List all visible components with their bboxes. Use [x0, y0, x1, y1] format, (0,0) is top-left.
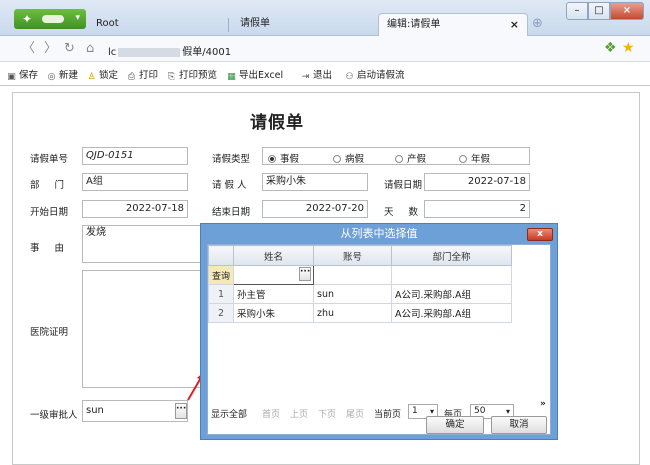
- browser-logo-icon: ✦: [22, 12, 33, 26]
- approver-field[interactable]: sun: [82, 400, 188, 422]
- dialog-title: 从列表中选择值: [340, 227, 418, 240]
- refresh-icon[interactable]: ↻: [64, 41, 75, 57]
- query-account-input[interactable]: [313, 265, 393, 285]
- applicant-field[interactable]: 采购小朱: [262, 173, 368, 191]
- radio-personal-leave[interactable]: 事假: [268, 151, 299, 165]
- order-no-field[interactable]: QJD-0151: [82, 147, 188, 165]
- maximize-button[interactable]: □: [588, 2, 610, 20]
- select-value-dialog: 从列表中选择值 x 姓名 账号 部门全称 查询 ··· 1 孙主管 sun A公…: [200, 223, 558, 440]
- more-icon[interactable]: »: [540, 399, 546, 409]
- radio-maternity-leave[interactable]: 产假: [395, 151, 426, 165]
- dept-field[interactable]: A组: [82, 173, 188, 191]
- print-button[interactable]: ⎙ 打印: [126, 67, 158, 83]
- apply-date-label: 请假日期: [384, 180, 423, 191]
- chevron-down-icon: ▾: [75, 13, 80, 23]
- table-row[interactable]: 2 采购小朱 zhu A公司.采购部.A组: [207, 303, 513, 323]
- print-icon: ⎙: [127, 72, 136, 82]
- column-account[interactable]: 账号: [313, 245, 393, 266]
- last-page-link[interactable]: 尾页: [346, 407, 364, 420]
- query-picker-button[interactable]: ···: [299, 267, 312, 281]
- column-dept[interactable]: 部门全称: [391, 245, 513, 266]
- end-date-field[interactable]: 2022-07-20: [262, 200, 368, 218]
- approver-picker-button[interactable]: ···: [175, 403, 187, 419]
- reason-label: 事 由: [30, 243, 71, 254]
- cancel-button[interactable]: 取消: [491, 416, 547, 434]
- order-no-label: 请假单号: [30, 154, 69, 165]
- end-date-label: 结束日期: [212, 207, 251, 218]
- dialog-close-button[interactable]: x: [527, 228, 553, 241]
- forward-icon[interactable]: 〉: [44, 41, 57, 57]
- address-bar: 〈 〉 ↻ ⌂ lc 假单/4001 ❖ ★: [0, 36, 650, 62]
- lock-icon: ♙: [87, 72, 96, 82]
- current-page-label: 当前页: [374, 410, 402, 420]
- start-date-field[interactable]: 2022-07-18: [82, 200, 188, 218]
- tab-edit-leave[interactable]: 编辑:请假单 ×: [378, 13, 528, 36]
- new-button[interactable]: ◎ 新建: [46, 67, 78, 83]
- exit-icon: ⇥: [301, 72, 310, 82]
- query-label: 查询: [207, 265, 235, 285]
- column-name[interactable]: 姓名: [233, 245, 315, 266]
- dialog-body: 姓名 账号 部门全称 查询 ··· 1 孙主管 sun A公司.采购部.A组 2: [207, 244, 551, 435]
- close-window-button[interactable]: ×: [610, 2, 644, 20]
- lock-button[interactable]: ♙ 锁定: [86, 67, 118, 83]
- url-field[interactable]: lc 假单/4001: [108, 43, 231, 58]
- leave-type-group: 事假 病假 产假 年假: [262, 147, 530, 165]
- flow-icon: ⚇: [345, 72, 354, 82]
- dept-label: 部 门: [30, 180, 71, 191]
- applicant-label: 请 假 人: [212, 180, 247, 191]
- start-date-label: 开始日期: [30, 207, 69, 218]
- new-tab-icon[interactable]: ⊕: [532, 17, 546, 31]
- excel-icon: ▦: [227, 72, 236, 82]
- tab-leave-list[interactable]: 请假单: [232, 13, 372, 36]
- form-toolbar: ▣ 保存 ◎ 新建 ♙ 锁定 ⎙ 打印 ⎘ 打印预览 ▦ 导出Excel ⇥ 退出 ⚇ 启动请假…: [0, 62, 650, 86]
- radio-sick-leave[interactable]: 病假: [333, 151, 364, 165]
- first-page-link[interactable]: 首页: [262, 407, 280, 420]
- ok-button[interactable]: 确定: [426, 416, 484, 434]
- apply-date-field[interactable]: 2022-07-18: [424, 173, 530, 191]
- star-icon[interactable]: ★: [622, 40, 635, 56]
- radio-annual-leave[interactable]: 年假: [459, 151, 490, 165]
- user-grid: 姓名 账号 部门全称 查询 ··· 1 孙主管 sun A公司.采购部.A组 2: [207, 245, 513, 323]
- home-icon[interactable]: ⌂: [86, 41, 94, 57]
- extension-icon[interactable]: ❖: [604, 40, 617, 56]
- leave-type-label: 请假类型: [212, 154, 251, 165]
- form-title: 请假单: [250, 113, 304, 133]
- query-row: 查询 ···: [207, 265, 513, 285]
- preview-icon: ⎘: [167, 72, 176, 82]
- print-preview-button[interactable]: ⎘ 打印预览: [166, 67, 217, 83]
- exit-button[interactable]: ⇥ 退出: [300, 67, 332, 83]
- days-field[interactable]: 2: [424, 200, 530, 218]
- back-icon[interactable]: 〈: [22, 41, 35, 57]
- table-row[interactable]: 1 孙主管 sun A公司.采购部.A组: [207, 284, 513, 304]
- approver-label: 一级审批人: [30, 410, 78, 421]
- prev-page-link[interactable]: 上页: [290, 407, 308, 420]
- browser-menu-button[interactable]: ✦ ▾: [14, 9, 86, 29]
- save-button[interactable]: ▣ 保存: [6, 67, 38, 83]
- cert-label: 医院证明: [30, 327, 69, 338]
- export-excel-button[interactable]: ▦ 导出Excel: [226, 67, 283, 83]
- query-name-input[interactable]: ···: [233, 265, 315, 285]
- next-page-link[interactable]: 下页: [318, 407, 336, 420]
- days-label: 天 数: [384, 207, 425, 218]
- show-all-link[interactable]: 显示全部: [211, 407, 247, 420]
- start-flow-button[interactable]: ⚇ 启动请假流: [344, 67, 404, 83]
- minimize-button[interactable]: –: [566, 2, 588, 20]
- query-dept-input[interactable]: [391, 265, 513, 285]
- close-tab-icon[interactable]: ×: [510, 14, 519, 36]
- browser-titlebar: ✦ ▾ Root 请假单 编辑:请假单 × ⊕ – □ ×: [0, 0, 650, 36]
- tab-root[interactable]: Root: [88, 13, 228, 36]
- new-icon: ◎: [47, 72, 56, 82]
- reason-textarea[interactable]: 发烧: [82, 225, 204, 263]
- save-icon: ▣: [7, 72, 16, 82]
